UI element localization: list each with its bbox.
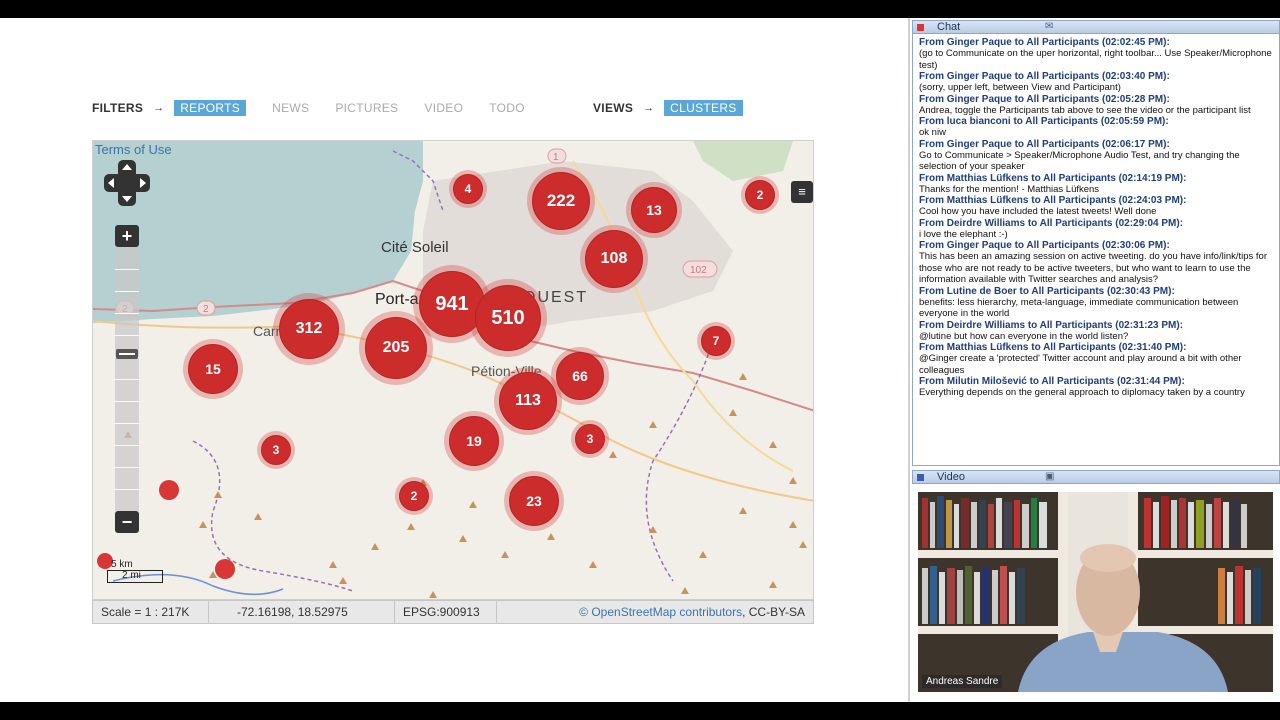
arrow-right-icon: →	[153, 102, 165, 114]
filters-label: FILTERS	[92, 101, 144, 115]
zoom-slider[interactable]	[115, 247, 139, 511]
cluster-count: 510	[475, 285, 541, 351]
zoom-in-button[interactable]: +	[115, 225, 139, 247]
screen: FILTERS → REPORTS NEWS PICTURES VIDEO TO…	[0, 18, 1280, 702]
chat-message: From Deirdre Williams to All Participant…	[919, 319, 1184, 342]
chat-log[interactable]: From Ginger Paque to All Participants (0…	[912, 34, 1280, 466]
layers-icon[interactable]: ≡	[791, 181, 813, 203]
cluster-count: 3	[575, 424, 605, 454]
place-label: Cité Soleil	[381, 239, 449, 256]
meeting-sidebar: Chat ✉ From Ginger Paque to All Particip…	[908, 18, 1280, 702]
chat-message: From Ginger Paque to All Participants (0…	[919, 71, 1170, 93]
coordinate-readout: -72.16198, 18.52975	[209, 601, 395, 623]
views-label: VIEWS	[593, 101, 634, 115]
map-viewport[interactable]: 1 2 2 102	[92, 140, 814, 600]
cluster-marker[interactable]: 3	[257, 431, 295, 469]
cluster-marker[interactable]: 19	[444, 411, 504, 471]
chat-bubble-icon: ✉	[1045, 21, 1054, 32]
cluster-marker[interactable]: 2	[741, 176, 779, 214]
chat-message: From Matthias Lüfkens to All Participant…	[919, 195, 1187, 217]
road-shield-label: 1	[553, 152, 559, 163]
tab-video[interactable]: VIDEO	[424, 101, 463, 115]
views-bar: VIEWS → CLUSTERS	[593, 100, 743, 116]
panel-menu-icon[interactable]	[917, 24, 924, 31]
video-panel-header[interactable]: Video ▣	[912, 470, 1280, 484]
osm-link[interactable]: OpenStreetMap contributors	[591, 605, 742, 619]
cluster-count: 13	[631, 187, 677, 233]
cluster-marker[interactable]: 23	[504, 471, 564, 531]
cluster-count: 205	[365, 317, 427, 379]
cluster-marker[interactable]: 3	[571, 420, 609, 458]
cluster-count: 15	[188, 344, 238, 394]
chat-message: From Matthias Lüfkens to All Participant…	[919, 342, 1242, 376]
cluster-marker[interactable]: 113	[494, 367, 562, 435]
road-shield-label: 2	[203, 304, 209, 315]
tab-todo[interactable]: TODO	[489, 101, 525, 115]
map-status-bar: Scale = 1 : 217K -72.16198, 18.52975 EPS…	[92, 600, 814, 624]
zoom-bar: + −	[115, 225, 139, 533]
arrow-right-icon: →	[643, 102, 655, 114]
tab-clusters[interactable]: CLUSTERS	[664, 100, 743, 116]
cluster-marker[interactable]: 510	[469, 279, 547, 357]
cluster-marker[interactable]: 312	[273, 293, 345, 365]
chat-message: From Deirdre Williams to All Participant…	[919, 217, 1184, 240]
chat-message: From Matthias Lüfkens to All Participant…	[919, 172, 1187, 195]
chat-message: From Ginger Paque to All Participants (0…	[919, 138, 1240, 173]
chat-message: From Ginger Paque to All Participants (0…	[919, 37, 1272, 71]
cluster-count: 66	[556, 352, 604, 400]
terms-of-use-link[interactable]: Terms of Use	[95, 142, 172, 157]
cluster-count: 108	[585, 230, 643, 288]
zoom-out-button[interactable]: −	[115, 511, 139, 533]
cluster-marker[interactable]: 7	[697, 322, 735, 360]
cluster-marker[interactable]: 13	[626, 182, 682, 238]
cluster-marker[interactable]: 4	[449, 170, 487, 208]
cluster-count: 312	[279, 299, 339, 359]
tab-reports[interactable]: REPORTS	[174, 100, 247, 116]
tab-pictures[interactable]: PICTURES	[335, 101, 398, 115]
scale-line: 5 km 2 mi	[107, 559, 163, 583]
participant-name-label: Andreas Sandre	[922, 675, 1003, 688]
presentation-area: FILTERS → REPORTS NEWS PICTURES VIDEO TO…	[0, 18, 908, 702]
chat-message: From Lutine de Boer to All Participants …	[919, 285, 1239, 320]
scale-readout: Scale = 1 : 217K	[93, 601, 209, 623]
cluster-count: 113	[499, 372, 557, 430]
projection-readout: EPSG:900913	[395, 601, 497, 623]
tab-news[interactable]: NEWS	[272, 101, 309, 115]
cluster-count: 2	[399, 481, 429, 511]
cluster-count: 7	[701, 326, 731, 356]
cluster-marker[interactable]: 222	[527, 167, 595, 235]
panel-menu-icon[interactable]	[917, 474, 924, 481]
cluster-count: 2	[745, 180, 775, 210]
chat-panel-header[interactable]: Chat ✉	[912, 20, 1280, 34]
webcam-image	[918, 492, 1273, 692]
cluster-count: 4	[453, 174, 483, 204]
chat-message: From luca bianconi to All Participants (…	[919, 116, 1169, 138]
cluster-count: 23	[509, 476, 559, 526]
video-panel-title: Video	[937, 471, 965, 483]
cluster-count: 222	[532, 172, 590, 230]
cluster-marker[interactable]: 15	[183, 339, 243, 399]
chat-message: From Ginger Paque to All Participants (0…	[919, 93, 1251, 116]
cluster-count: 3	[261, 435, 291, 465]
report-marker[interactable]	[159, 480, 179, 500]
video-feed: Andreas Sandre	[918, 492, 1273, 692]
scale-mi: 2 mi	[107, 571, 163, 583]
zoom-slider-handle[interactable]	[116, 349, 138, 359]
filters-bar: FILTERS → REPORTS NEWS PICTURES VIDEO TO…	[92, 100, 551, 116]
map-attribution: © OpenStreetMap contributors, CC-BY-SA	[579, 605, 805, 619]
road-shield-label: 102	[690, 265, 707, 276]
chat-message: From Ginger Paque to All Participants (0…	[919, 240, 1268, 285]
cluster-count: 19	[449, 416, 499, 466]
report-marker[interactable]	[215, 559, 235, 579]
cluster-marker[interactable]: 108	[580, 225, 648, 293]
camera-icon: ▣	[1045, 471, 1055, 482]
pan-control[interactable]	[104, 160, 150, 206]
cluster-marker[interactable]: 2	[395, 477, 433, 515]
chat-message: From Milutin Milošević to All Participan…	[919, 376, 1245, 398]
chat-panel-title: Chat	[937, 21, 961, 33]
cluster-marker[interactable]: 205	[359, 311, 433, 385]
